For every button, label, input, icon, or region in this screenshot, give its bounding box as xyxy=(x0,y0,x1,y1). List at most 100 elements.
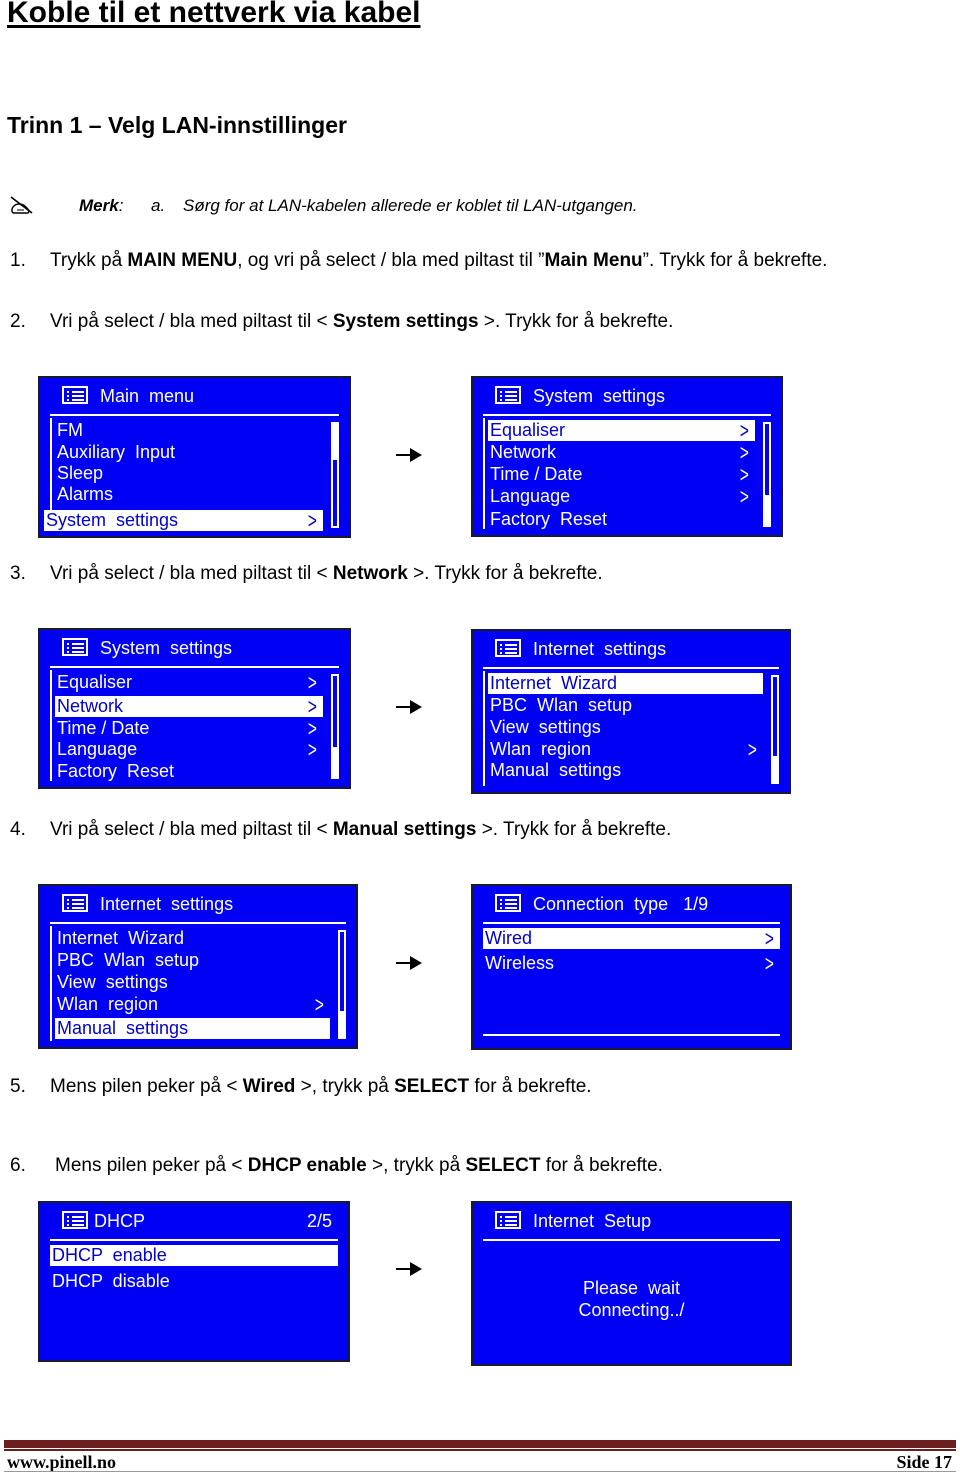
menu-item: Manual settings xyxy=(490,760,622,780)
menu-item: Time / Date > xyxy=(490,462,750,487)
footer-rule xyxy=(4,1449,956,1451)
step-text: Mens pilen peker på < Wired >, trykk på … xyxy=(50,1076,592,1097)
screen-internet-settings-manual: Internet settings Internet Wizard PBC Wl… xyxy=(38,884,358,1049)
chevron-right-icon: > xyxy=(765,951,775,976)
menu-item-selected: System settings > xyxy=(44,508,323,533)
chevron-right-icon: > xyxy=(748,737,758,762)
footer-rule xyxy=(4,1440,956,1448)
screen-title: Main menu xyxy=(100,386,195,406)
screen-dhcp: DHCP 2/5 DHCP enable DHCP disable xyxy=(38,1201,350,1362)
step-number: 3. xyxy=(10,563,26,584)
step-number: 6. xyxy=(10,1155,26,1176)
step-text: Trykk på MAIN MENU, og vri på select / b… xyxy=(50,250,828,271)
menu-list-icon xyxy=(62,1211,88,1229)
screen-title: System settings xyxy=(533,386,666,406)
chevron-right-icon: > xyxy=(308,716,318,741)
step-number: 1. xyxy=(10,250,26,271)
scrollbar xyxy=(338,930,346,1039)
menu-item-selected: Internet Wizard xyxy=(488,673,763,694)
menu-item: Wlan region > xyxy=(490,737,758,762)
note-label: Merk: xyxy=(79,196,124,215)
menu-item: Alarms xyxy=(57,484,114,504)
menu-item: Factory Reset xyxy=(57,761,175,781)
menu-list-icon xyxy=(495,1211,521,1229)
footer-page-number: Side 17 xyxy=(896,1452,952,1472)
menu-list-icon xyxy=(62,638,88,656)
screen-internet-setup: Internet Setup Please wait Connecting../ xyxy=(471,1201,792,1366)
menu-item: Equaliser > xyxy=(57,670,318,695)
menu-item-selected: Wired > xyxy=(483,926,780,951)
menu-item: Network > xyxy=(490,440,750,465)
screen-title: DHCP xyxy=(94,1211,146,1231)
step-text: Mens pilen peker på < DHCP enable >, try… xyxy=(55,1155,663,1176)
chevron-right-icon: > xyxy=(308,694,318,719)
chevron-right-icon: > xyxy=(740,418,750,443)
screen-main-menu: Main menu FM Auxiliary Input Sleep Alarm… xyxy=(38,376,351,538)
menu-item: Wlan region > xyxy=(57,992,325,1017)
scrollbar xyxy=(331,422,339,528)
menu-item: View settings xyxy=(57,972,168,992)
menu-item: Time / Date > xyxy=(57,716,318,741)
arrow-right-icon xyxy=(396,448,422,462)
footer-website: www.pinell.no xyxy=(7,1452,117,1472)
menu-item: PBC Wlan setup xyxy=(490,695,633,715)
chevron-right-icon: > xyxy=(740,484,750,509)
scrollbar xyxy=(331,674,339,779)
note-text: Sørg for at LAN-kabelen allerede er kobl… xyxy=(183,196,638,215)
menu-item: Auxiliary Input xyxy=(57,442,176,462)
menu-item: Language > xyxy=(57,737,318,762)
menu-item: PBC Wlan setup xyxy=(57,950,200,970)
screen-system-settings: System settings Equaliser > Network > Time… xyxy=(471,376,783,537)
menu-item: DHCP disable xyxy=(52,1271,170,1291)
screen-title: Internet Setup xyxy=(533,1211,652,1231)
step-text: Vri på select / bla med piltast til < Sy… xyxy=(50,311,674,332)
status-message: Connecting../ xyxy=(578,1300,685,1320)
menu-item: Language > xyxy=(490,484,750,509)
step-number: 5. xyxy=(10,1076,26,1097)
menu-item: Factory Reset xyxy=(490,509,608,529)
scrollbar xyxy=(763,422,771,527)
scrollbar xyxy=(771,675,779,784)
menu-item: Wireless > xyxy=(485,951,775,976)
menu-item: FM xyxy=(57,420,83,440)
section-heading: Trinn 1 – Velg LAN-innstillinger xyxy=(7,112,347,138)
menu-list-icon xyxy=(62,386,88,404)
menu-list-icon xyxy=(495,894,521,912)
menu-item: Internet Wizard xyxy=(57,928,185,948)
step-text: Vri på select / bla med piltast til < Ma… xyxy=(50,819,672,840)
menu-list-icon xyxy=(495,386,521,404)
menu-item-selected: Network > xyxy=(55,694,323,719)
pencil-note-icon xyxy=(10,196,33,214)
note-letter: a. xyxy=(151,196,166,215)
step-number: 2. xyxy=(10,311,26,332)
chevron-right-icon: > xyxy=(308,508,318,533)
screen-title: Internet settings xyxy=(100,894,234,914)
menu-list-icon xyxy=(495,639,521,657)
screen-title: System settings xyxy=(100,638,233,658)
arrow-right-icon xyxy=(396,956,422,970)
screen-system-settings-network: System settings Equaliser > Network > Time… xyxy=(38,628,351,789)
step-text: Vri på select / bla med piltast til < Ne… xyxy=(50,563,603,584)
arrow-right-icon xyxy=(396,1262,422,1276)
menu-list-icon xyxy=(62,894,88,912)
screen-count: 2/5 xyxy=(306,1211,332,1231)
arrow-right-icon xyxy=(396,700,422,714)
status-message: Please wait xyxy=(582,1278,681,1298)
menu-item-selected: Equaliser > xyxy=(488,418,755,443)
chevron-right-icon: > xyxy=(765,926,775,951)
screen-connection-type: Connection type 1/9 Wired > Wireless > xyxy=(471,884,792,1050)
menu-item-selected: DHCP enable xyxy=(50,1245,338,1266)
menu-item: View settings xyxy=(490,717,601,737)
page-title: Koble til et nettverk via kabel xyxy=(7,0,421,29)
chevron-right-icon: > xyxy=(308,737,318,762)
menu-item-selected: Manual settings xyxy=(55,1018,330,1039)
chevron-right-icon: > xyxy=(315,992,325,1017)
screen-title: Connection type 1/9 xyxy=(533,894,709,914)
step-number: 4. xyxy=(10,819,26,840)
chevron-right-icon: > xyxy=(308,670,318,695)
footer-underline xyxy=(4,1471,956,1472)
screen-internet-settings: Internet settings Internet Wizard PBC Wl… xyxy=(471,629,791,794)
chevron-right-icon: > xyxy=(740,462,750,487)
chevron-right-icon: > xyxy=(740,440,750,465)
menu-item: Sleep xyxy=(57,463,104,483)
